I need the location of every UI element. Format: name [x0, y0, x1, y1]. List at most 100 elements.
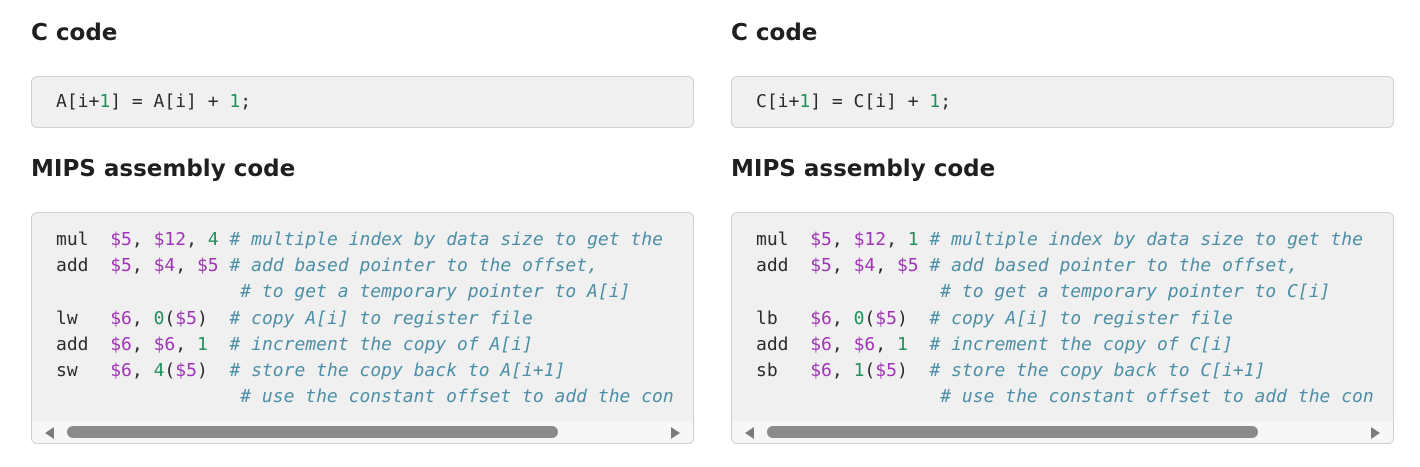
- register-token: $6: [110, 359, 132, 381]
- register-token: $5: [110, 255, 132, 277]
- number-token: 4: [153, 359, 165, 381]
- mips-code-block[interactable]: mul $5, $12, 4 # multiple index by data …: [31, 212, 694, 444]
- comment-token: # add based pointer to the offset,: [929, 255, 1298, 277]
- number-token: 1: [907, 229, 919, 250]
- code-text: mul: [56, 229, 111, 250]
- scrollbar-thumb[interactable]: [767, 426, 1258, 438]
- register-token: $6: [810, 333, 832, 355]
- assembly-line: lw $6, 0($5) # copy A[i] to register fil…: [56, 306, 674, 332]
- code-text: add: [756, 255, 811, 277]
- scroll-right-arrow-icon[interactable]: [1371, 427, 1380, 439]
- comment-token: # increment the copy of A[i]: [229, 333, 533, 355]
- code-text: ,: [875, 333, 897, 355]
- register-token: $5: [810, 229, 832, 250]
- code-text: C[i+: [756, 91, 800, 112]
- register-token: $4: [853, 255, 876, 277]
- c-code-line: C[i+1] = C[i] + 1;: [756, 91, 951, 113]
- number-token: 0: [853, 307, 865, 329]
- scrollbar-thumb[interactable]: [67, 426, 558, 438]
- scroll-right-arrow-icon[interactable]: [671, 427, 680, 439]
- comment-token: # copy A[i] to register file: [929, 307, 1233, 329]
- code-text: ,: [131, 333, 154, 355]
- c-code-line: A[i+1] = A[i] + 1;: [56, 91, 251, 113]
- c-code-heading: C code: [31, 20, 118, 46]
- register-token: $12: [153, 229, 187, 250]
- assembly-line: sb $6, 1($5) # store the copy back to C[…: [756, 358, 1374, 384]
- code-text: ,: [186, 229, 208, 250]
- register-token: $5: [110, 229, 132, 250]
- code-text: ,: [831, 307, 854, 329]
- code-text: ,: [886, 229, 908, 250]
- code-text: ;: [940, 91, 952, 112]
- assembly-line: # to get a temporary pointer to C[i]: [756, 279, 1374, 305]
- code-text: add: [56, 255, 111, 277]
- code-text: add: [56, 333, 111, 355]
- register-token: $5: [196, 255, 219, 277]
- mips-code-lines: mul $5, $12, 4 # multiple index by data …: [56, 227, 674, 410]
- number-token: 1: [929, 91, 941, 112]
- number-token: 0: [153, 307, 165, 329]
- assembly-line: # use the constant offset to add the con: [56, 384, 674, 410]
- register-token: $6: [110, 333, 132, 355]
- code-text: ,: [175, 333, 197, 355]
- number-token: 1: [99, 91, 111, 112]
- comment-token: # multiple index by data size to get the: [229, 229, 663, 250]
- page: C code A[i+1] = A[i] + 1; MIPS assembly …: [0, 0, 1420, 467]
- mips-heading: MIPS assembly code: [31, 156, 296, 182]
- register-token: $5: [175, 307, 197, 329]
- register-token: $5: [875, 359, 897, 381]
- number-token: 1: [853, 359, 865, 381]
- code-text: ,: [131, 307, 154, 329]
- code-text: ,: [131, 359, 154, 381]
- assembly-line: add $5, $4, $5 # add based pointer to th…: [756, 253, 1374, 279]
- c-code-heading: C code: [731, 20, 818, 46]
- code-text: ): [896, 307, 930, 329]
- horizontal-scrollbar[interactable]: [32, 421, 693, 443]
- scroll-left-arrow-icon[interactable]: [745, 427, 754, 439]
- c-code-block: C[i+1] = C[i] + 1;: [731, 76, 1394, 128]
- code-text: ,: [875, 255, 897, 277]
- comment-token: # use the constant offset to add the con: [940, 386, 1374, 408]
- code-text: lb: [756, 307, 811, 329]
- comment-token: # store the copy back to C[i+1]: [929, 359, 1266, 381]
- assembly-line: # use the constant offset to add the con: [756, 384, 1374, 410]
- register-token: $4: [153, 255, 176, 277]
- assembly-line: add $6, $6, 1 # increment the copy of A[…: [56, 332, 674, 358]
- code-text: add: [756, 333, 811, 355]
- code-text: ): [196, 359, 230, 381]
- code-text: ,: [175, 255, 197, 277]
- code-text: (: [864, 307, 876, 329]
- comment-token: # use the constant offset to add the con: [240, 386, 674, 408]
- number-token: 1: [896, 333, 908, 355]
- horizontal-scrollbar[interactable]: [732, 421, 1393, 443]
- code-text: (: [864, 359, 876, 381]
- code-text: (: [164, 359, 176, 381]
- comment-token: # to get a temporary pointer to C[i]: [940, 281, 1331, 303]
- register-token: $6: [810, 359, 832, 381]
- assembly-line: # to get a temporary pointer to A[i]: [56, 279, 674, 305]
- assembly-line: mul $5, $12, 1 # multiple index by data …: [756, 227, 1374, 253]
- code-text: ): [896, 359, 930, 381]
- comment-token: # add based pointer to the offset,: [229, 255, 598, 277]
- assembly-line: add $5, $4, $5 # add based pointer to th…: [56, 253, 674, 279]
- code-text: ,: [831, 255, 854, 277]
- code-text: lw: [56, 307, 111, 329]
- mips-code-block[interactable]: mul $5, $12, 1 # multiple index by data …: [731, 212, 1394, 444]
- code-text: ,: [131, 255, 154, 277]
- assembly-line: add $6, $6, 1 # increment the copy of C[…: [756, 332, 1374, 358]
- register-token: $5: [875, 307, 897, 329]
- register-token: $12: [853, 229, 887, 250]
- comment-token: # copy A[i] to register file: [229, 307, 533, 329]
- assembly-line: lb $6, 0($5) # copy A[i] to register fil…: [756, 306, 1374, 332]
- number-token: 1: [799, 91, 811, 112]
- scroll-left-arrow-icon[interactable]: [45, 427, 54, 439]
- code-text: ,: [831, 359, 854, 381]
- assembly-line: mul $5, $12, 4 # multiple index by data …: [56, 227, 674, 253]
